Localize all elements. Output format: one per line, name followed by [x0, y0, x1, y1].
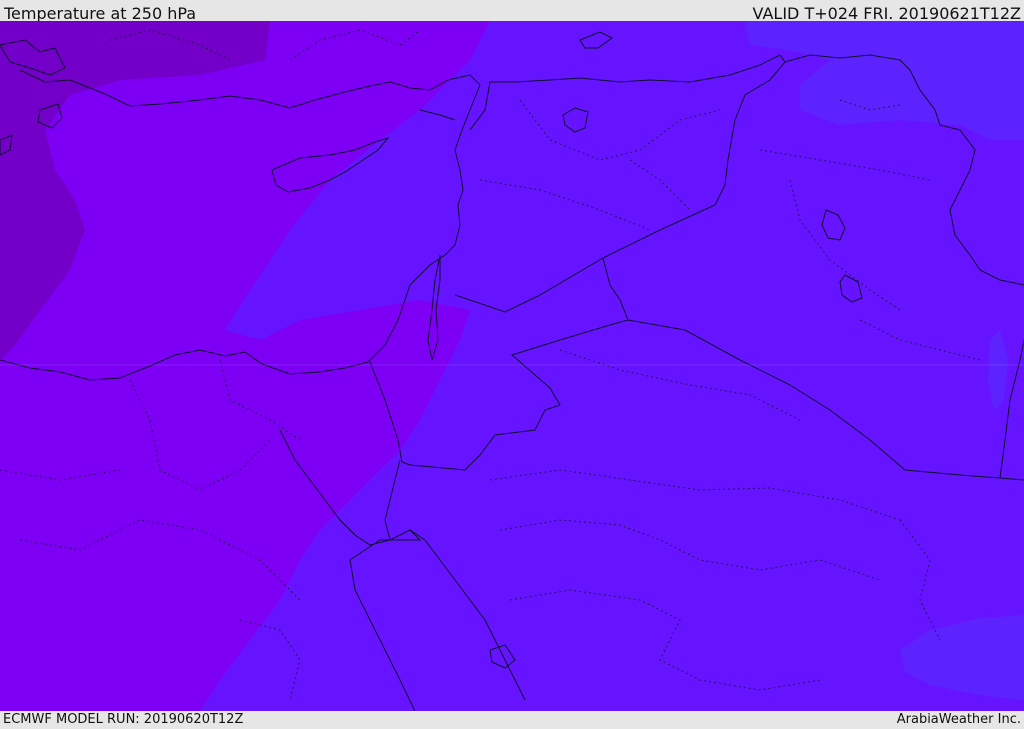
weather-map	[0, 21, 1024, 711]
header-bar: Temperature at 250 hPa VALID T+024 FRI. …	[0, 0, 1024, 23]
credit-label: ArabiaWeather Inc.	[896, 712, 1021, 727]
footer-bar: ECMWF MODEL RUN: 20190620T12Z ArabiaWeat…	[0, 711, 1024, 729]
model-run-label: ECMWF MODEL RUN: 20190620T12Z	[3, 712, 244, 727]
